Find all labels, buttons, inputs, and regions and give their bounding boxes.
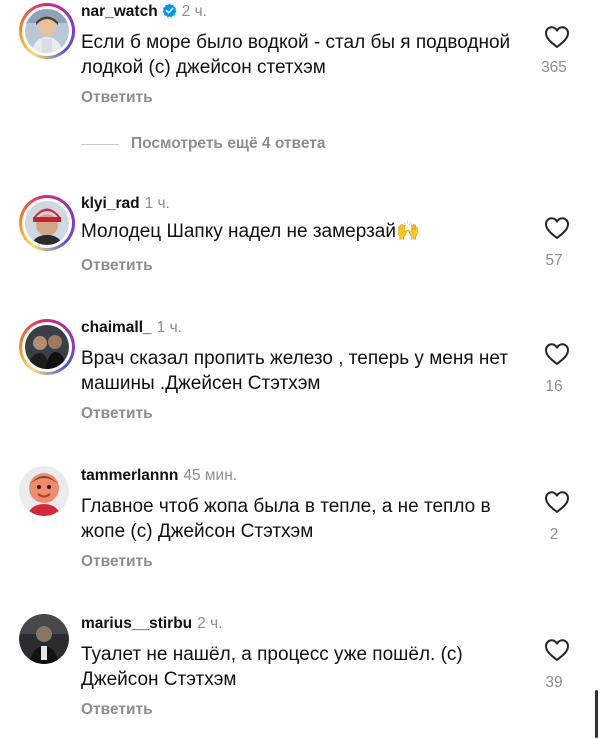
like-button[interactable] [542,342,572,366]
avatar[interactable] [19,195,75,251]
heart-icon [545,491,569,513]
heart-icon [545,217,569,239]
comment-username[interactable]: tammerlannn [81,467,178,484]
scrollbar[interactable] [595,690,598,738]
like-count: 39 [545,674,563,691]
avatar[interactable] [19,3,75,59]
comment-time: 45 мин. [183,467,238,484]
reply-button[interactable]: Ответить [81,701,153,719]
comment-text: Если б море было водкой - стал бы я подв… [81,32,511,78]
avatar-photo [25,201,69,245]
reply-button[interactable]: Ответить [81,405,153,423]
avatar-photo [25,325,69,369]
avatar-photo [19,614,69,664]
comment-username[interactable]: chaimall_ [81,319,152,336]
comment-username[interactable]: nar_watch [81,3,158,20]
heart-icon [545,343,569,365]
like-count: 57 [545,252,563,269]
comment-time: 1 ч. [156,319,182,336]
like-count: 16 [545,378,563,395]
reply-button[interactable]: Ответить [81,553,153,571]
like-count: 2 [549,526,559,543]
avatar-photo [19,466,69,516]
comment-username[interactable]: klyi_rad [81,195,140,212]
comment-time: 1 ч. [144,195,170,212]
heart-icon [545,26,569,48]
comment-text: Врач сказал пропить железо , теперь у ме… [81,348,509,394]
like-button[interactable] [542,490,572,514]
avatar[interactable] [19,319,75,375]
comment-time: 2 ч. [181,3,207,20]
reply-button[interactable]: Ответить [81,89,153,107]
reply-button[interactable]: Ответить [81,257,153,275]
comment-text: Главное чтоб жопа была в тепле, а не теп… [81,496,491,542]
like-button[interactable] [542,216,572,240]
view-more-replies-label[interactable]: Посмотреть ещё 4 ответа [131,135,325,153]
like-count: 365 [541,59,567,76]
comment-text: Молодец Шапку надел не замерзай🙌 [81,221,420,242]
divider [81,144,119,145]
verified-badge-icon [162,3,177,23]
comment-time: 2 ч. [197,615,223,632]
avatar[interactable] [19,614,69,664]
avatar[interactable] [19,466,69,516]
like-button[interactable] [542,638,572,662]
heart-icon [545,639,569,661]
comment-text: Туалет не нашёл, а процесс уже пошёл. (с… [81,644,463,690]
avatar-photo [25,9,69,53]
like-button[interactable] [542,25,572,49]
comment-username[interactable]: marius__stirbu [81,615,192,632]
